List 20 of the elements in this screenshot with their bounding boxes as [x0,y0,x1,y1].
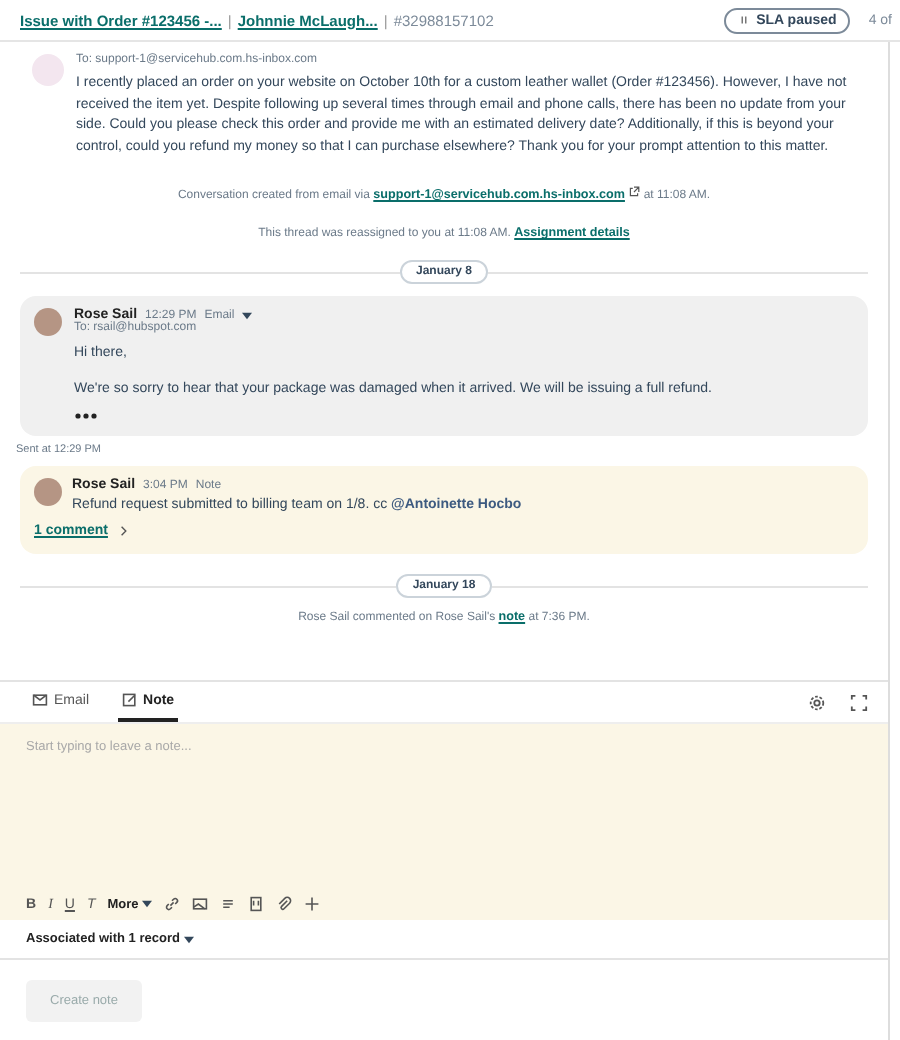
envelope-icon [32,692,48,708]
avatar-icon [34,308,62,336]
expand-icon [850,693,868,711]
pause-icon [738,14,751,26]
caret-icon [242,311,253,319]
plus-icon [304,896,321,912]
external-link-icon [628,186,641,198]
snippet-icon [220,896,237,912]
sender-avatar [32,54,64,86]
document-icon [248,896,265,912]
note-icon [121,692,138,708]
attachment-icon [276,896,293,912]
avatar-icon [34,478,62,506]
chevron-right-icon [115,524,130,538]
settings-icon [808,693,826,711]
image-icon [192,896,209,912]
caret-icon [183,935,194,943]
ellipsis-icon[interactable] [74,412,98,420]
link-icon [164,896,181,912]
caret-icon [142,900,153,908]
